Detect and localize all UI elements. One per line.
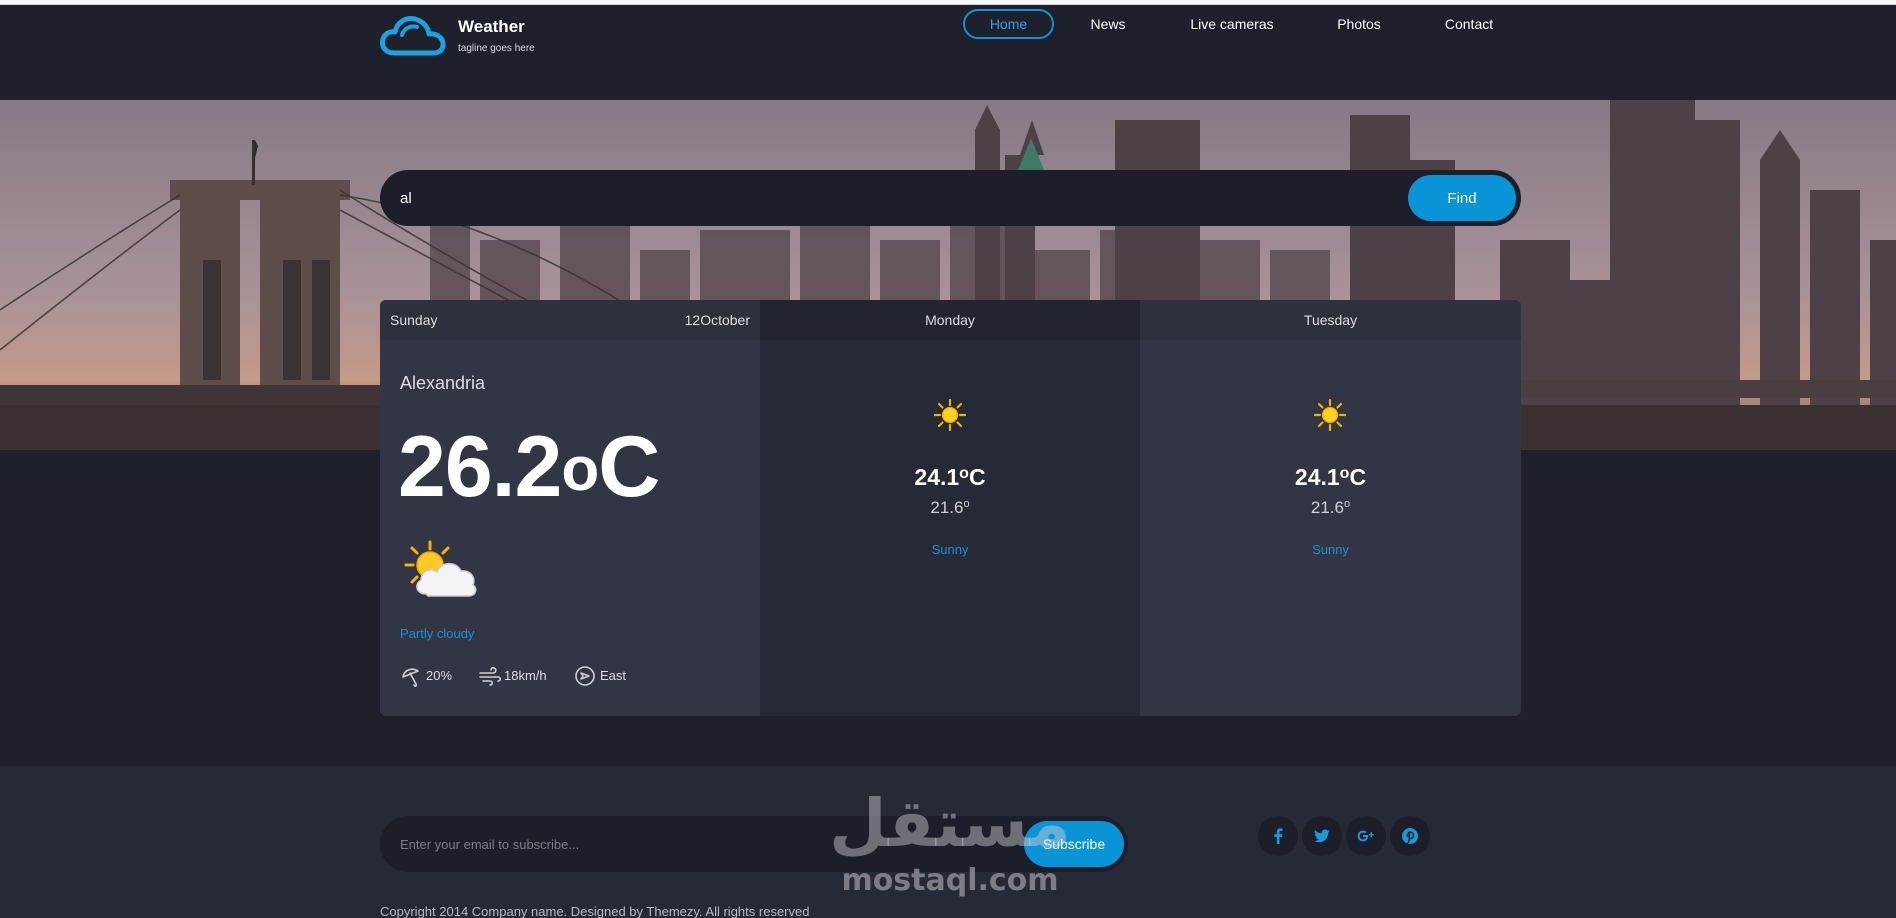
temperature-value: 21.6 [930, 498, 964, 517]
sun-icon [1313, 398, 1347, 432]
wind-direction-value: East [600, 668, 627, 683]
temperature-value: 21.6 [1310, 498, 1344, 517]
degree-sign: o [1339, 465, 1350, 482]
temperature-value: 24.1 [914, 464, 960, 490]
wind-direction-stat: East [574, 664, 654, 688]
compass-icon [575, 666, 595, 686]
google-plus-icon [1357, 830, 1374, 842]
pinterest-link[interactable] [1390, 816, 1430, 856]
partly-cloudy-icon [404, 540, 477, 597]
find-button[interactable]: Find [1408, 175, 1516, 221]
temperature-unit: C [598, 419, 660, 515]
weather-condition: Sunny [931, 542, 969, 557]
forecast-header: Sunday 12October [380, 300, 760, 340]
rain-stat: 20% [400, 664, 460, 688]
wind-icon [479, 666, 502, 686]
forecast-table: Sunday 12October Alexandria 26.2oC Partl… [380, 300, 1521, 716]
low-temperature: 21.6o [760, 498, 1140, 518]
forecast-today: Sunday 12October Alexandria 26.2oC Partl… [380, 300, 760, 716]
temperature-value: 24.1 [1294, 464, 1340, 490]
location-search-input[interactable] [400, 170, 1360, 226]
nav-item-photos[interactable]: Photos [1326, 9, 1392, 39]
temperature-unit: C [1349, 464, 1367, 490]
copyright-text: Copyright 2014 Company name. Designed by… [380, 904, 810, 918]
pinterest-icon [1402, 828, 1418, 844]
high-temperature: 24.1oC [760, 464, 1140, 491]
degree-sign: o [561, 435, 599, 504]
twitter-link[interactable] [1302, 816, 1342, 856]
day-name: Monday [760, 300, 1140, 340]
wind-speed-stat: 18km/h [478, 664, 568, 688]
low-temperature: 21.6o [1140, 498, 1521, 518]
location-search-bar: Find [380, 170, 1521, 226]
watermark-arabic-text: مستقل [829, 785, 1071, 862]
date: 12October [684, 312, 750, 328]
degree-sign: o [963, 498, 970, 510]
nav-item-news[interactable]: News [1078, 9, 1138, 39]
degree-sign: o [1343, 498, 1351, 510]
site-header: Weather tagline goes here Home News Live… [0, 5, 1896, 100]
facebook-link[interactable] [1258, 816, 1298, 856]
degree-sign: o [959, 465, 969, 482]
wind-speed-value: 18km/h [504, 668, 547, 683]
main-nav: Home News Live cameras Photos Contact [0, 5, 1896, 45]
sun-icon [933, 398, 967, 432]
nav-item-live-cameras[interactable]: Live cameras [1180, 9, 1284, 39]
high-temperature: 24.1oC [1140, 464, 1521, 491]
current-temperature: 26.2oC [398, 418, 660, 517]
temperature-unit: C [968, 464, 986, 490]
facebook-icon [1274, 828, 1283, 844]
temperature-value: 26.2 [398, 419, 562, 515]
rain-value: 20% [426, 668, 453, 683]
forecast-day: Tuesday 24.1oC 21.6o Sunny [1140, 300, 1521, 716]
day-name: Sunday [390, 312, 438, 328]
nav-item-home[interactable]: Home [963, 9, 1054, 39]
weather-condition: Partly cloudy [400, 626, 475, 641]
google-plus-link[interactable] [1346, 816, 1386, 856]
day-name: Tuesday [1140, 300, 1521, 340]
watermark-latin-text: mostaql.com [841, 863, 1059, 898]
forecast-day: Monday 24.1oC 21.6o Sunny [760, 300, 1140, 716]
mostaql-watermark: مستقل mostaql.com [820, 785, 1080, 905]
nav-item-contact[interactable]: Contact [1434, 9, 1504, 39]
umbrella-icon [402, 668, 419, 687]
weather-condition: Sunny [1312, 542, 1349, 557]
twitter-icon [1314, 829, 1330, 843]
location-name: Alexandria [400, 373, 486, 393]
